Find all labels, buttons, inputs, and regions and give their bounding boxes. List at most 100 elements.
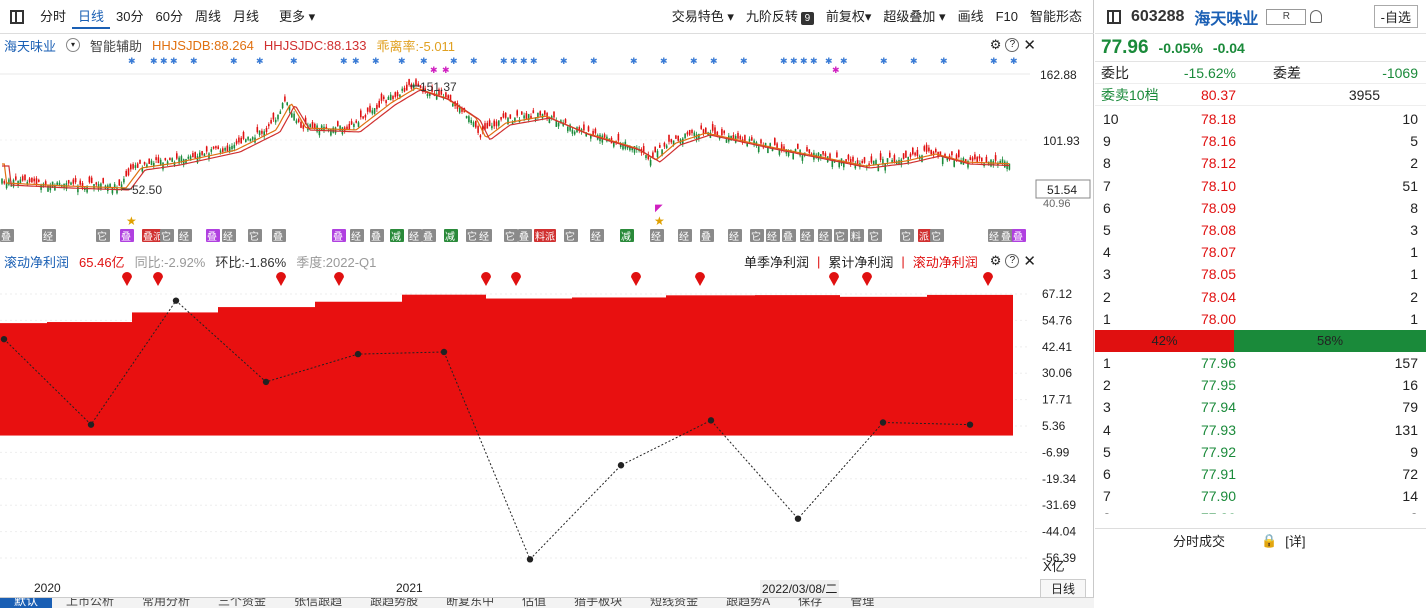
candle-body [971,157,974,161]
candle-body [8,179,10,185]
period-mini-button[interactable]: 日线 [1040,579,1087,598]
candle-body [309,124,311,128]
draw-line-button[interactable]: 画线 [952,5,990,29]
smart-pattern-button[interactable]: 智能形态 [1024,5,1088,29]
finance-pin-icon[interactable] [511,272,521,286]
candle-body [389,94,392,101]
finance-pin-icon[interactable] [829,272,839,286]
tab-60min[interactable]: 60分 [150,5,189,29]
bottom-tab-10[interactable]: 跟趋势A [712,598,784,608]
candle-body [371,110,374,114]
bid-row[interactable]: 3 77.94 79 [1095,396,1426,418]
bid-row[interactable]: 6 77.91 72 [1095,463,1426,485]
nine-reversal-button[interactable]: 九阶反转 9 [740,5,820,29]
fin-settings-icon[interactable]: ⚙ [990,253,1002,269]
finance-pin-icon[interactable] [631,272,641,286]
profit-bar [486,298,572,436]
ask-row[interactable]: 4 78.07 1 [1095,241,1426,263]
candle-body [376,104,378,110]
ask-row[interactable]: 1 78.00 1 [1095,308,1426,330]
tab-quarter-profit[interactable]: 单季净利润 [744,252,809,271]
panel-toggle-icon[interactable] [10,9,24,24]
ask-row[interactable]: 7 78.10 51 [1095,175,1426,197]
bottom-tab-3[interactable]: 三个资金 [204,598,280,608]
trade-label[interactable]: 分时成交 [1173,531,1225,550]
candle-body [905,150,907,158]
bid-row[interactable]: 8 77.89 3 [1095,507,1426,514]
change-abs: -0.04 [1212,39,1245,56]
detail-link[interactable]: [详] [1285,531,1305,550]
bell-icon[interactable] [1310,10,1323,23]
help-icon[interactable]: ? [1005,38,1020,52]
right-panel-toggle-icon[interactable] [1107,9,1121,24]
settings-icon[interactable]: ⚙ [990,37,1002,53]
bottom-tab-1[interactable]: 上市公析 [52,598,128,608]
overlay-dropdown[interactable]: 超级叠加 ▾ [877,5,951,29]
tab-daily[interactable]: 日线 [72,5,111,29]
bid-row[interactable]: 4 77.93 131 [1095,418,1426,440]
candle-body [594,128,597,134]
self-select-button[interactable]: -自选 [1373,5,1418,28]
ask-row[interactable]: 3 78.05 1 [1095,263,1426,285]
bottom-tab-manage[interactable]: 管理 [836,598,888,608]
finance-pin-icon[interactable] [153,272,163,286]
signal-star-icon: ✱ [530,56,538,66]
event-chip-label: 叠 [273,231,283,243]
event-chip-label: 经 [43,230,53,243]
level-volume: 1 [1410,310,1418,327]
candle-body [118,179,121,186]
candle-body [686,132,689,135]
bottom-tab-8[interactable]: 猎手板块 [560,598,636,608]
signal-star-icon: ✱ [470,56,478,66]
candle-body [884,163,886,171]
candle-body [516,110,518,116]
ask-row[interactable]: 5 78.08 3 [1095,219,1426,241]
candle-body [645,155,647,159]
candle-body [928,147,930,152]
candle-body [238,137,240,143]
bid-row[interactable]: 5 77.92 9 [1095,441,1426,463]
ask-row[interactable]: 6 78.09 8 [1095,197,1426,219]
ask-row[interactable]: 9 78.16 5 [1095,130,1426,152]
finance-pin-icon[interactable] [122,272,132,286]
bottom-tab-4[interactable]: 张信跟趋 [280,598,356,608]
more-dropdown[interactable]: 更多 ▾ [273,5,321,29]
f10-button[interactable]: F10 [990,5,1024,29]
ask-row[interactable]: 2 78.04 2 [1095,286,1426,308]
candle-body [210,149,213,152]
fin-close-icon[interactable]: ✕ [1023,252,1036,270]
finance-pin-icon[interactable] [481,272,491,286]
tab-cumulative-profit[interactable]: 累计净利润 [828,252,893,271]
tab-30min[interactable]: 30分 [110,5,149,29]
bottom-tab-9[interactable]: 短线资金 [636,598,712,608]
bottom-tab-2[interactable]: 常用分析 [128,598,204,608]
adjust-dropdown[interactable]: 前复权▾ [820,5,878,29]
ask-row[interactable]: 10 78.18 10 [1095,108,1426,130]
tab-monthly[interactable]: 月线 [227,5,265,29]
finance-pin-icon[interactable] [276,272,286,286]
finance-pin-icon[interactable] [334,272,344,286]
candle-body [1008,163,1011,170]
bottom-tab-default[interactable]: 默认 [0,598,53,608]
close-icon[interactable]: ✕ [1023,36,1036,54]
bottom-tab-6[interactable]: 断复东中 [432,598,508,608]
bid-row[interactable]: 1 77.96 157 [1095,352,1426,374]
bottom-tab-5[interactable]: 跟趋势股 [356,598,432,608]
trade-feature-dropdown[interactable]: 交易特色 ▾ [666,5,740,29]
ask-row[interactable]: 8 78.12 2 [1095,152,1426,174]
finance-pin-icon[interactable] [862,272,872,286]
tab-weekly[interactable]: 周线 [189,5,227,29]
bottom-tab-save[interactable]: 保存 [784,598,836,608]
assist-dropdown-icon[interactable]: ▾ [66,38,81,52]
bid-row[interactable]: 7 77.90 14 [1095,485,1426,507]
fin-help-icon[interactable]: ? [1005,254,1020,268]
y-label-mid: 101.93 [1043,134,1080,148]
bid-row[interactable]: 2 77.95 16 [1095,374,1426,396]
finance-pin-icon[interactable] [983,272,993,286]
tab-rolling-profit[interactable]: 滚动净利润 [913,252,978,271]
finance-pin-icon[interactable] [695,272,705,286]
candle-body [408,79,410,85]
tab-minute[interactable]: 分时 [34,5,72,29]
candle-body [38,179,40,182]
bottom-tab-7[interactable]: 估值 [508,598,560,608]
